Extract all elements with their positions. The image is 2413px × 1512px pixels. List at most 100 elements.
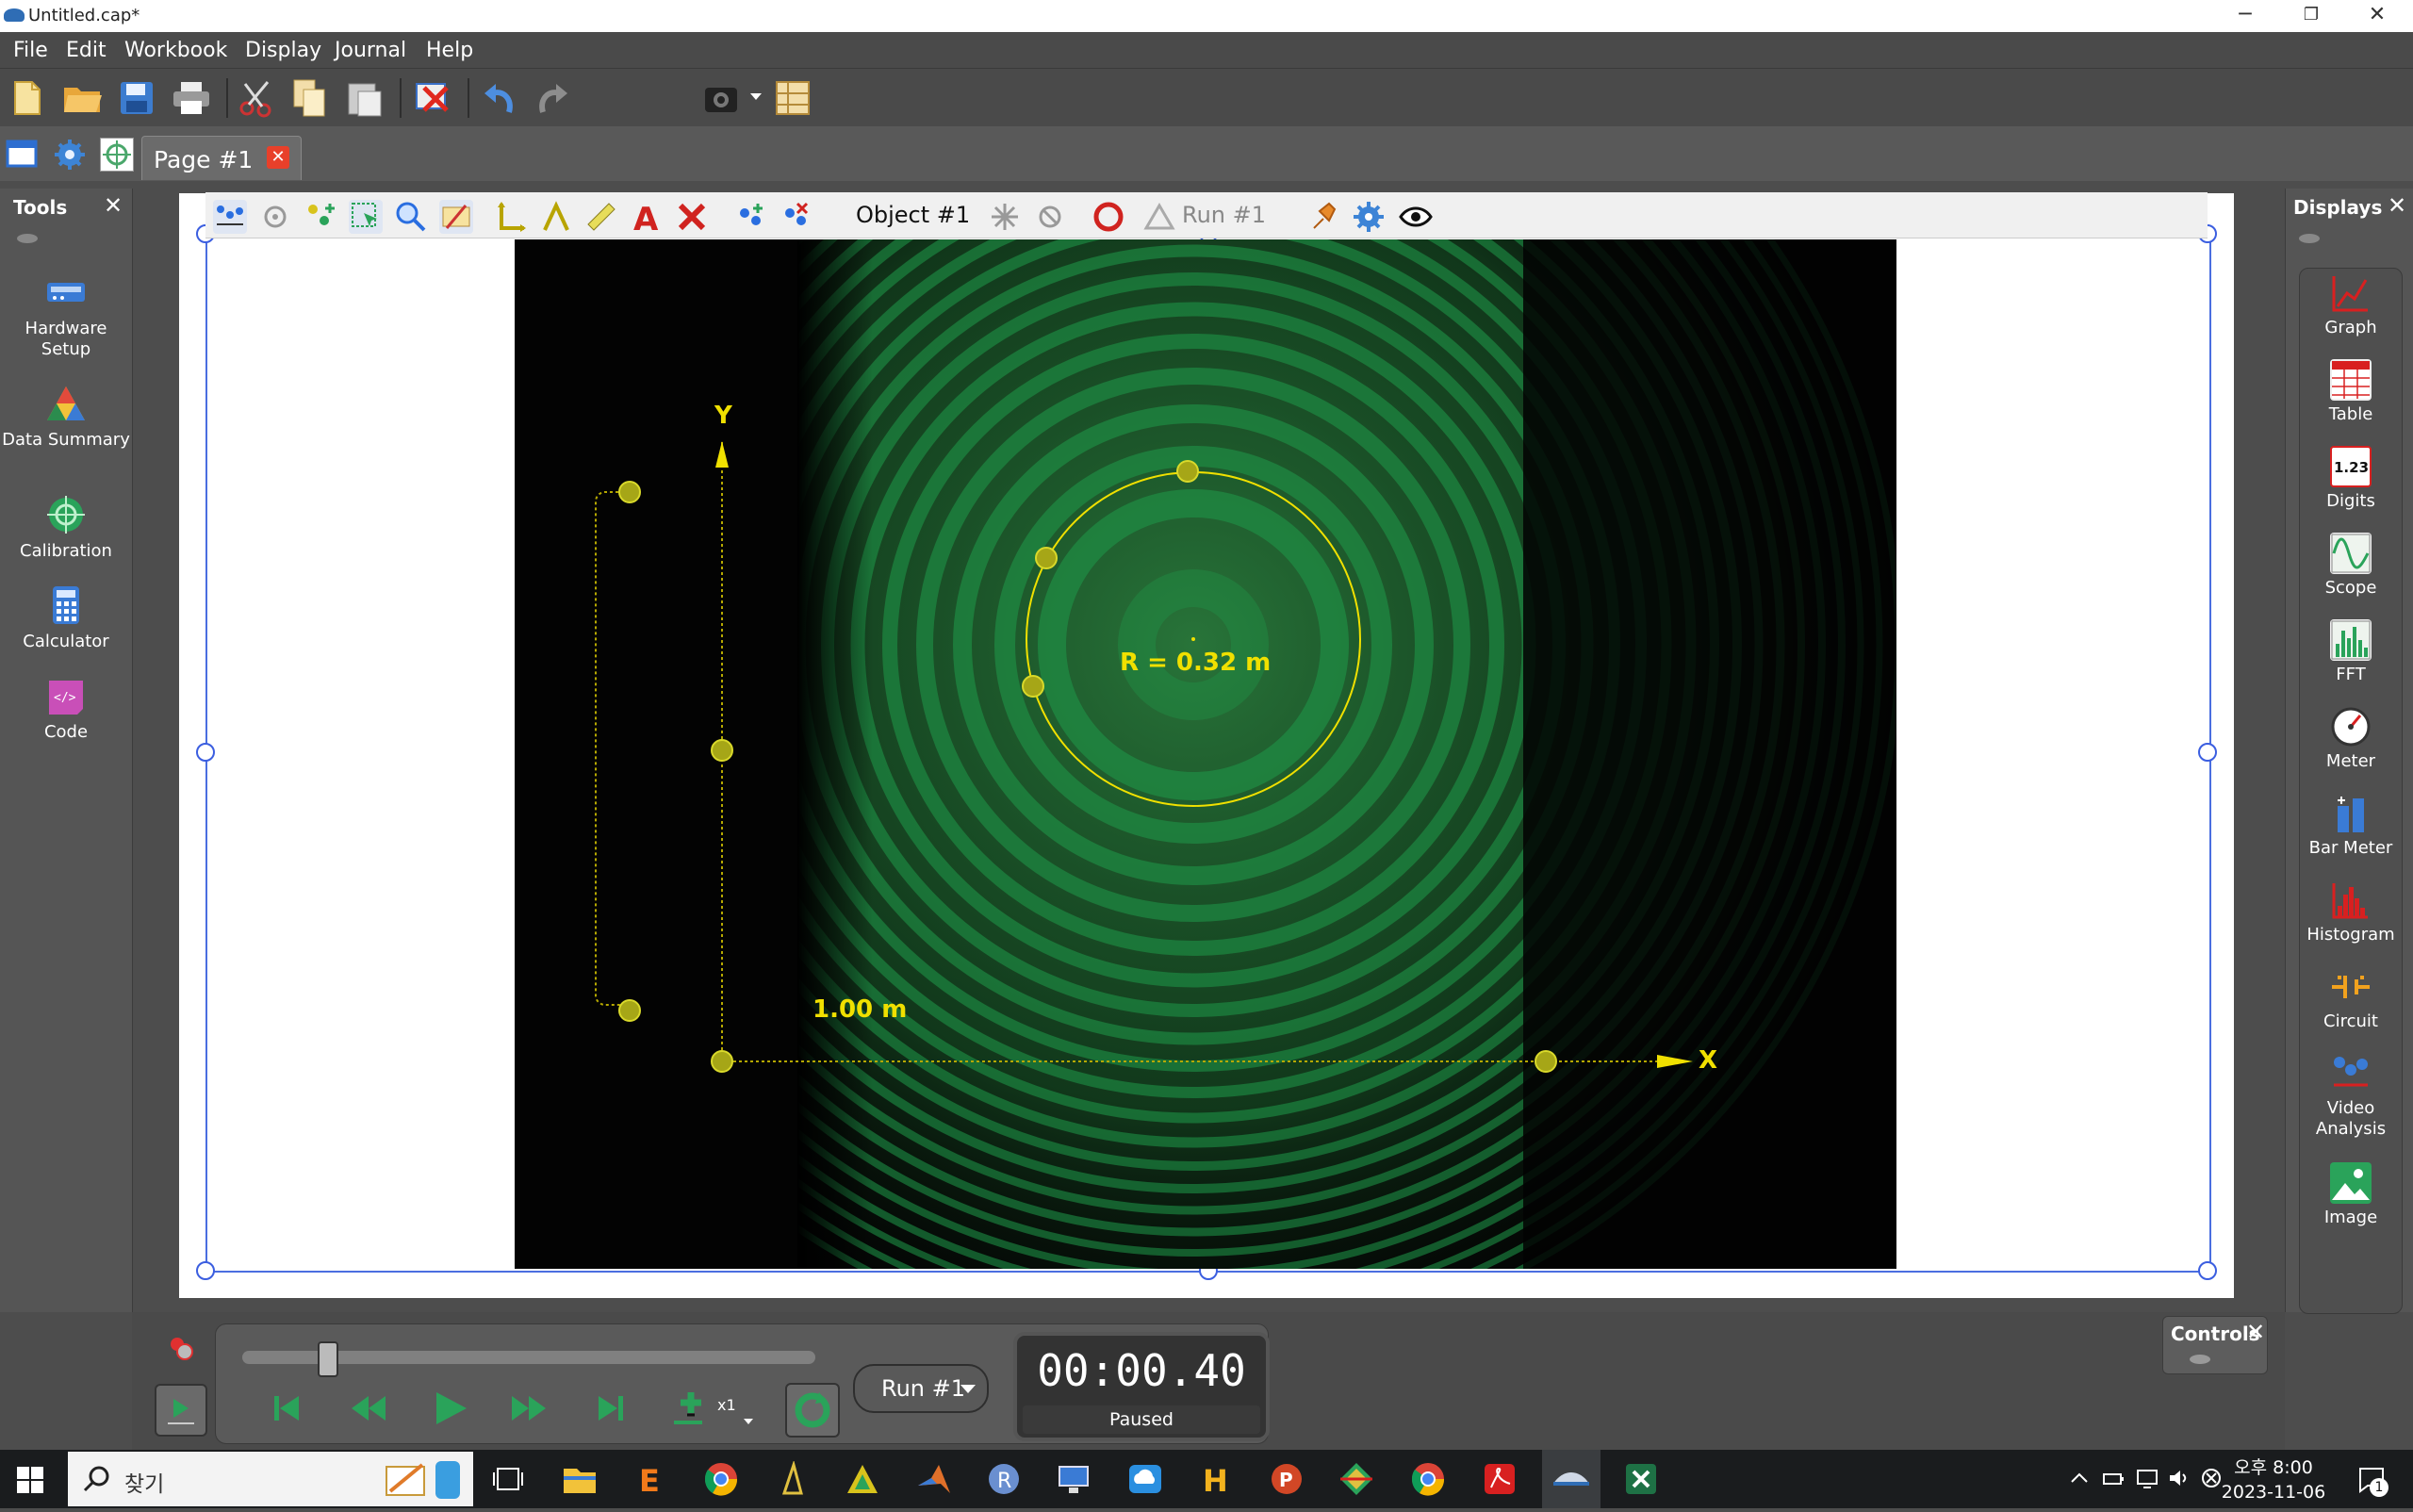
tool-calibration[interactable]: Calibration	[0, 494, 132, 562]
close-button[interactable]: ✕	[2349, 0, 2405, 32]
rewind-icon[interactable]	[346, 1387, 389, 1430]
battery-icon[interactable]	[2102, 1469, 2125, 1489]
taskbar-search[interactable]: 찾기	[68, 1452, 473, 1506]
copy-icon[interactable]	[288, 76, 332, 120]
record-circle-icon[interactable]	[1092, 200, 1125, 234]
undo-icon[interactable]	[477, 76, 520, 120]
new-object-icon[interactable]	[733, 200, 767, 234]
new-icon[interactable]	[6, 76, 49, 120]
tools-close-icon[interactable]: ✕	[104, 192, 123, 219]
resize-handle[interactable]	[196, 743, 215, 762]
controls-close-icon[interactable]: ✕	[2246, 1319, 2265, 1345]
file-explorer-icon[interactable]	[562, 1461, 598, 1497]
remote-desktop-icon[interactable]	[1056, 1461, 1092, 1497]
tool-hardware-setup[interactable]: Hardware Setup	[0, 271, 132, 360]
text-annotation-icon[interactable]: A	[630, 200, 664, 238]
display-digits[interactable]: 1.23 Digits	[2300, 446, 2402, 512]
display-image[interactable]: Image	[2300, 1162, 2402, 1228]
object-options-icon[interactable]	[988, 200, 1022, 234]
chrome-profile-icon[interactable]	[1410, 1461, 1446, 1497]
display-fft[interactable]: FFT	[2300, 619, 2402, 685]
restore-button[interactable]: ❐	[2283, 0, 2339, 32]
menu-edit[interactable]: Edit	[66, 39, 107, 62]
cut-icon[interactable]	[236, 76, 279, 120]
skip-end-icon[interactable]	[589, 1387, 632, 1430]
loop-button[interactable]	[785, 1383, 840, 1438]
menu-display[interactable]: Display	[245, 39, 321, 62]
run-select[interactable]: Run #1	[853, 1364, 989, 1413]
minimize-button[interactable]: ─	[2217, 0, 2273, 32]
active-app-tile[interactable]	[1542, 1450, 1600, 1508]
calibration-ruler-icon[interactable]	[584, 200, 618, 234]
timeline-slider-thumb[interactable]	[318, 1341, 339, 1377]
grid-layout-icon[interactable]	[100, 138, 134, 172]
settings-gear-icon[interactable]	[53, 138, 87, 172]
tool-data-summary[interactable]: Data Summary	[0, 383, 132, 451]
pin-icon[interactable]	[1306, 200, 1340, 234]
acrobat-icon[interactable]	[1482, 1461, 1518, 1497]
collapse-eye-icon[interactable]	[2190, 1355, 2210, 1364]
displays-close-icon[interactable]: ✕	[2388, 192, 2406, 219]
tray-chevron-icon[interactable]	[2070, 1471, 2089, 1486]
menu-file[interactable]: File	[13, 39, 48, 62]
excel-icon[interactable]	[1623, 1461, 1659, 1497]
search-input[interactable]: 찾기	[124, 1466, 164, 1498]
record-indicator-icon[interactable]	[168, 1335, 194, 1361]
display-graph[interactable]: Graph	[2300, 272, 2402, 338]
print-icon[interactable]	[170, 76, 213, 120]
volume-icon[interactable]	[2168, 1467, 2191, 1489]
camera-icon[interactable]	[701, 76, 745, 120]
object-label[interactable]: Object #1	[856, 202, 970, 228]
app-pen-icon[interactable]	[775, 1459, 811, 1497]
speed-dropdown-icon[interactable]	[744, 1419, 753, 1424]
taskbar-clock[interactable]: 오후 8:00 2023-11-06	[2217, 1455, 2330, 1504]
playback-mode-button[interactable]	[155, 1384, 207, 1437]
collapse-eye-icon[interactable]	[17, 234, 38, 243]
app-triangle-icon[interactable]	[845, 1461, 880, 1497]
app-e-icon[interactable]: E	[633, 1461, 669, 1499]
camera-dropdown-icon[interactable]	[750, 93, 762, 100]
run-label[interactable]: Run #1	[1182, 202, 1266, 228]
tab-close-icon[interactable]: ✕	[267, 146, 289, 169]
redo-icon[interactable]	[532, 76, 575, 120]
display-table[interactable]: Table	[2300, 359, 2402, 425]
open-folder-icon[interactable]	[60, 76, 104, 120]
sample-rate-icon[interactable]	[670, 1387, 714, 1430]
edit-ruler-icon[interactable]	[439, 200, 473, 234]
add-point-icon[interactable]	[304, 200, 337, 234]
video-frame[interactable]: R = 0.32 m 1.00 m Y X	[515, 239, 1896, 1269]
auto-track-icon[interactable]	[258, 200, 292, 234]
task-view-icon[interactable]	[490, 1461, 526, 1497]
properties-gear-icon[interactable]	[1352, 200, 1386, 234]
resize-handle[interactable]	[2198, 1261, 2217, 1280]
network-icon[interactable]	[2136, 1467, 2159, 1489]
skip-start-icon[interactable]	[265, 1387, 308, 1430]
display-video-analysis[interactable]: Video Analysis	[2300, 1053, 2402, 1140]
matlab-icon[interactable]	[916, 1461, 952, 1497]
track-points-icon[interactable]	[213, 200, 247, 234]
windows-start-icon[interactable]	[17, 1467, 43, 1493]
remove-object-icon[interactable]	[779, 200, 813, 234]
select-area-icon[interactable]	[349, 200, 383, 234]
tab-page-1[interactable]: Page #1 ✕	[141, 136, 302, 180]
display-histogram[interactable]: Histogram	[2300, 879, 2402, 945]
powerpoint-icon[interactable]: P	[1269, 1461, 1305, 1497]
display-scope[interactable]: Scope	[2300, 533, 2402, 599]
r-icon[interactable]: R	[986, 1461, 1022, 1497]
visibility-eye-icon[interactable]	[1399, 200, 1433, 234]
save-icon[interactable]	[115, 76, 158, 120]
menu-journal[interactable]: Journal	[335, 39, 406, 62]
tool-code[interactable]: </> Code	[0, 675, 132, 743]
paste-icon[interactable]	[343, 76, 386, 120]
menu-help[interactable]: Help	[426, 39, 473, 62]
layout-icon[interactable]	[771, 76, 814, 120]
tool-calculator[interactable]: Calculator	[0, 584, 132, 652]
delete-icon[interactable]	[411, 76, 454, 120]
app-diamond-icon[interactable]	[1338, 1461, 1374, 1497]
app-h-icon[interactable]: H	[1197, 1461, 1233, 1499]
display-meter[interactable]: Meter	[2300, 706, 2402, 772]
delete-object-icon[interactable]	[675, 200, 709, 234]
coordinate-axes-icon[interactable]	[494, 200, 528, 234]
resize-handle[interactable]	[196, 1261, 215, 1280]
display-circuit[interactable]: Circuit	[2300, 966, 2402, 1032]
